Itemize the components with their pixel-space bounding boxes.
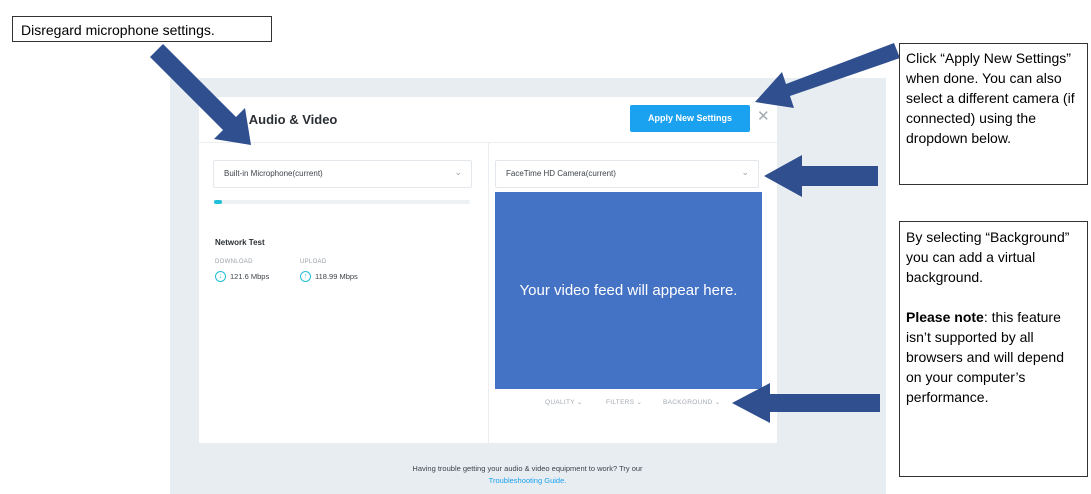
callout-apply: Click “Apply New Settings” when done. Yo… bbox=[899, 43, 1088, 185]
callout-microphone-text: Disregard microphone settings. bbox=[21, 22, 215, 38]
arrow-to-background-menu bbox=[732, 383, 880, 423]
please-note-label: Please note bbox=[906, 309, 984, 325]
callout-background-text: By selecting “Background” you can add a … bbox=[906, 229, 1070, 285]
callout-please-note: Please note: this feature isn’t supporte… bbox=[906, 307, 1081, 407]
arrow-to-microphone bbox=[150, 44, 251, 145]
callout-background: By selecting “Background” you can add a … bbox=[899, 221, 1088, 477]
callout-microphone: Disregard microphone settings. bbox=[12, 16, 272, 42]
arrow-to-camera-select bbox=[764, 155, 878, 197]
callout-apply-text: Click “Apply New Settings” when done. Yo… bbox=[906, 50, 1075, 146]
arrow-to-apply-button bbox=[755, 43, 900, 108]
